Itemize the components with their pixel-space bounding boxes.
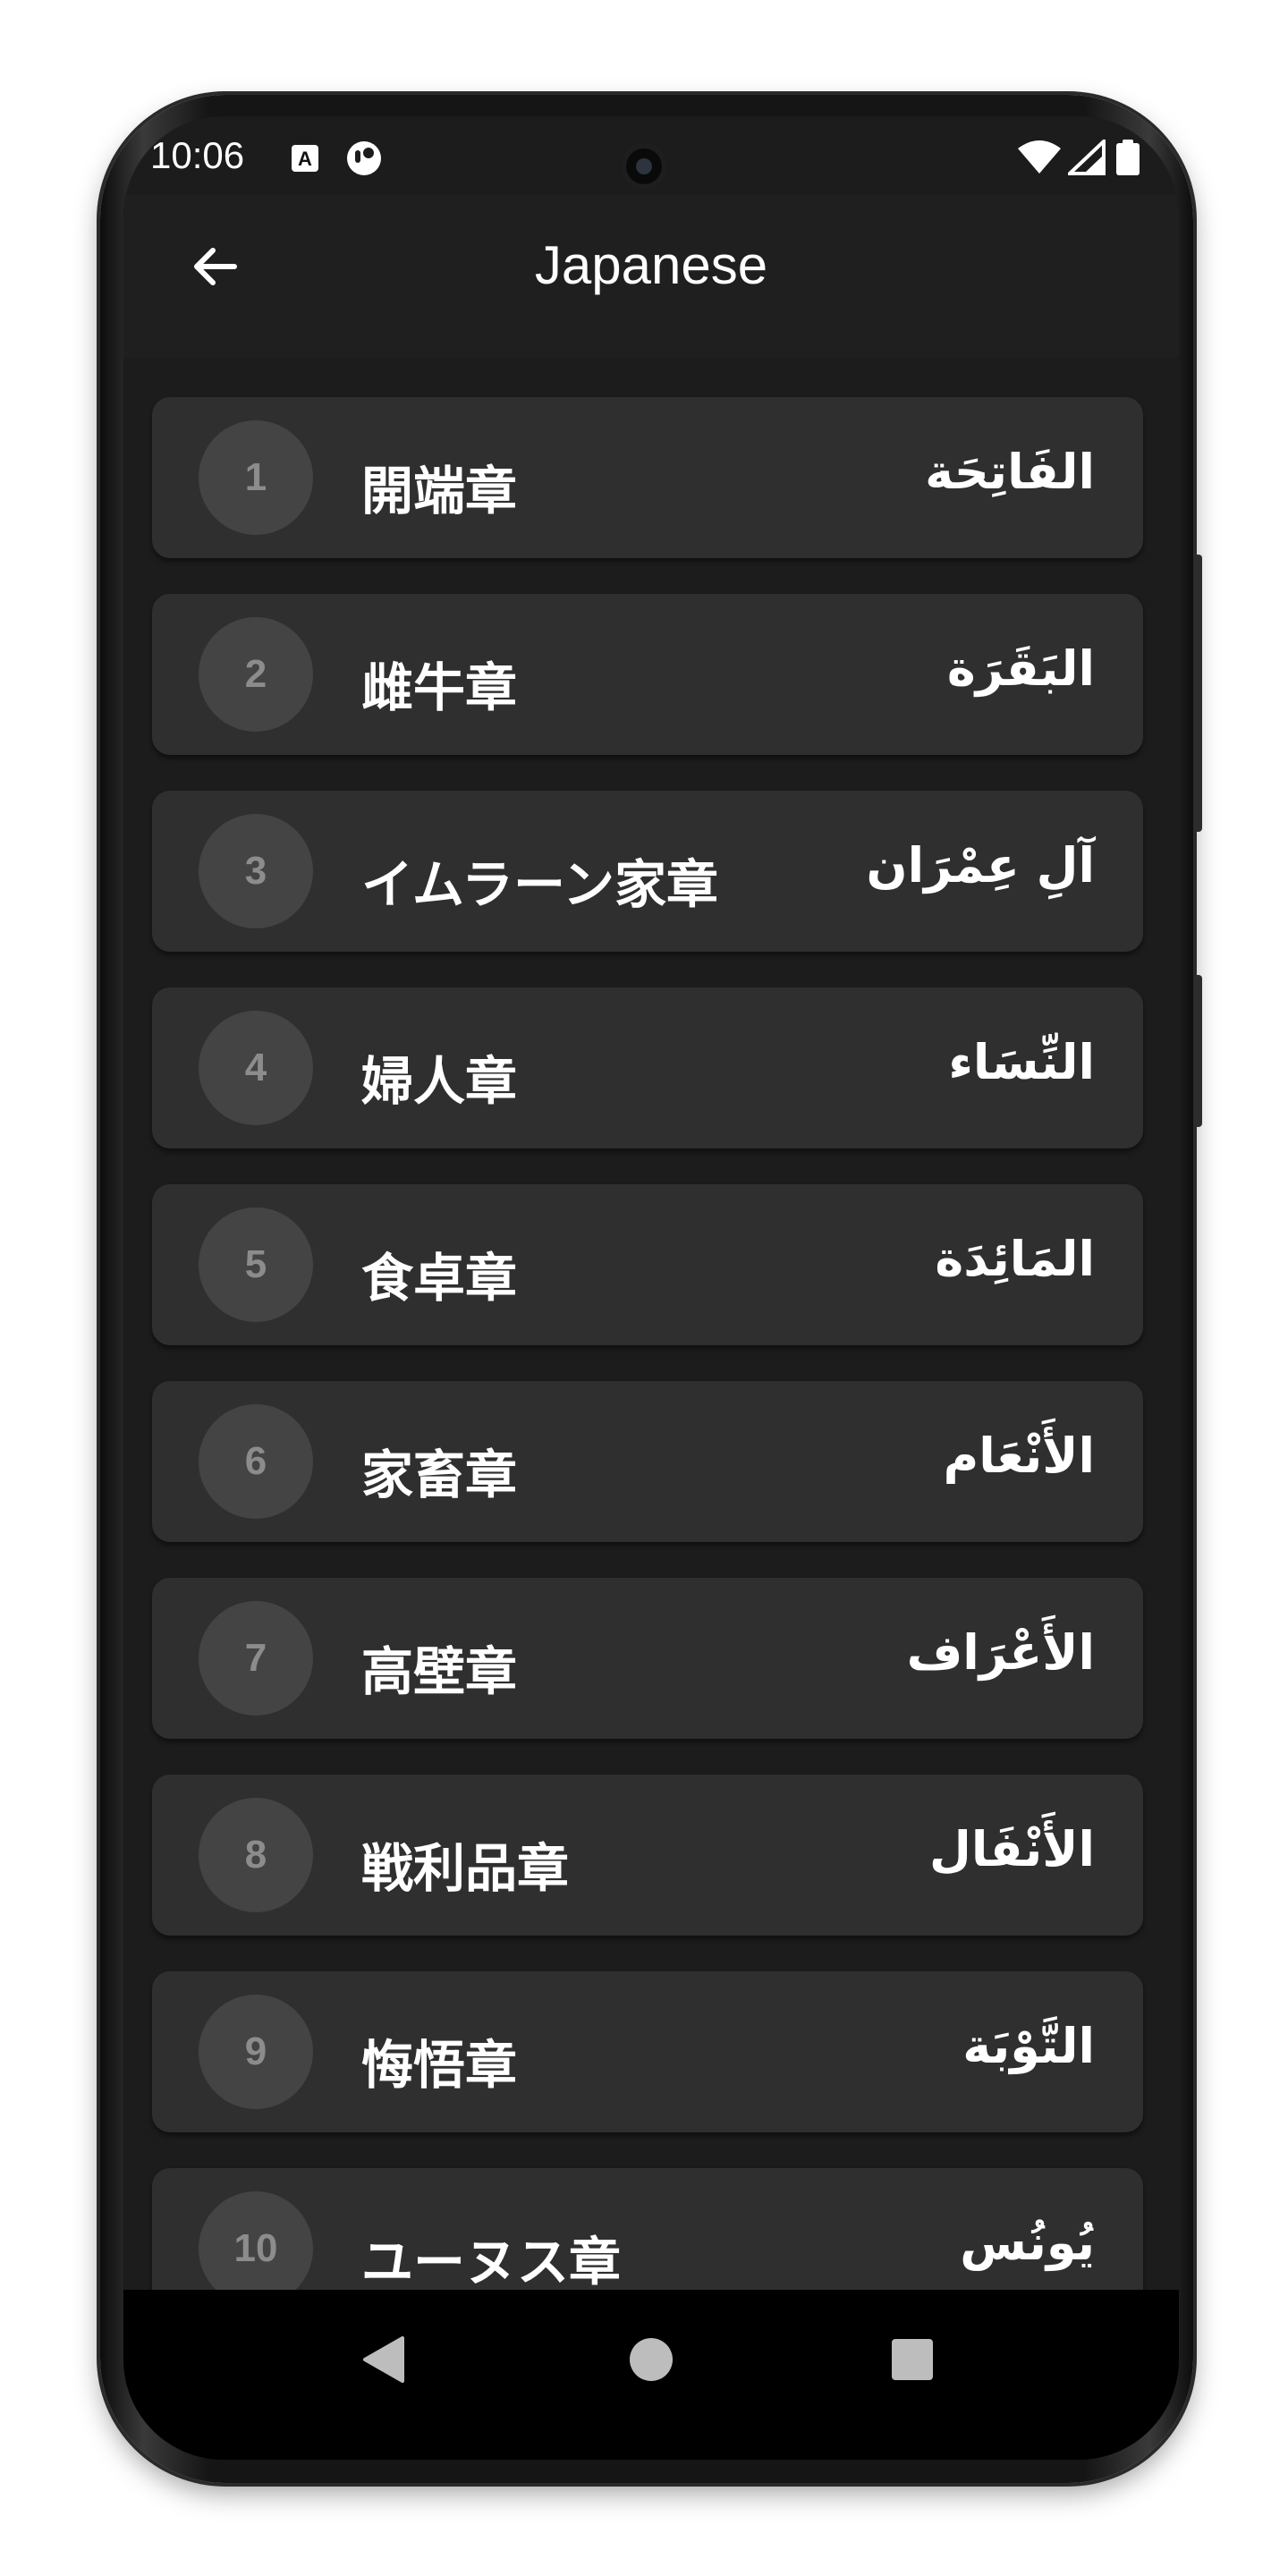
surah-item-4[interactable]: 4 婦人章 النِّسَاء <box>152 987 1143 1148</box>
surah-number: 5 <box>199 1208 313 1322</box>
surah-arabic-name: النِّسَاء <box>948 1034 1095 1090</box>
surah-item-8[interactable]: 8 戦利品章 الأَنْفَال <box>152 1775 1143 1936</box>
surah-item-3[interactable]: 3 イムラーン家章 آلِ عِمْرَان <box>152 791 1143 952</box>
surah-arabic-name: الأَنْعَام <box>943 1428 1095 1484</box>
page-title: Japanese <box>534 235 768 295</box>
surah-arabic-name: الأَعْرَاف <box>906 1624 1095 1681</box>
surah-item-2[interactable]: 2 雌牛章 البَقَرَة <box>152 594 1143 755</box>
surah-number: 8 <box>199 1798 313 1912</box>
signal-icon <box>1068 140 1106 175</box>
status-bar: 10:06 A <box>123 116 1179 195</box>
surah-item-5[interactable]: 5 食卓章 المَائِدَة <box>152 1184 1143 1345</box>
recents-square-icon[interactable] <box>886 2333 939 2386</box>
surah-japanese-name: ユーヌス章 <box>361 2232 622 2292</box>
front-camera <box>621 143 667 190</box>
surah-arabic-name: الفَاتِحَة <box>925 444 1095 500</box>
home-circle-icon[interactable] <box>624 2333 678 2386</box>
phone-screen: 10:06 A Japanese 1 開端章 الفَاتِحَة 2 雌牛章 … <box>123 116 1179 2460</box>
surah-number: 7 <box>199 1601 313 1716</box>
surah-japanese-name: 雌牛章 <box>361 657 518 718</box>
surah-arabic-name: آلِ عِمْرَان <box>866 837 1095 894</box>
battery-icon <box>1116 140 1140 175</box>
surah-number: 4 <box>199 1011 313 1125</box>
circle-app-notification-icon <box>347 141 381 175</box>
back-triangle-icon[interactable] <box>358 2333 411 2386</box>
surah-item-9[interactable]: 9 悔悟章 التَّوْبَة <box>152 1971 1143 2132</box>
stage: 10:06 A Japanese 1 開端章 الفَاتِحَة 2 雌牛章 … <box>0 0 1288 2576</box>
surah-japanese-name: 高壁章 <box>361 1641 518 1702</box>
power-button <box>1193 555 1202 832</box>
surah-japanese-name: 開端章 <box>361 461 518 521</box>
surah-japanese-name: イムラーン家章 <box>361 854 719 915</box>
svg-text:A: A <box>298 148 312 170</box>
surah-number: 3 <box>199 814 313 928</box>
a-notification-icon: A <box>292 145 318 172</box>
surah-japanese-name: 戦利品章 <box>361 1838 570 1899</box>
app-bar: Japanese <box>123 195 1179 358</box>
surah-japanese-name: 婦人章 <box>361 1051 518 1112</box>
surah-arabic-name: البَقَرَة <box>946 640 1095 697</box>
surah-arabic-name: المَائِدَة <box>935 1231 1095 1287</box>
surah-item-6[interactable]: 6 家畜章 الأَنْعَام <box>152 1381 1143 1542</box>
surah-arabic-name: الأَنْفَال <box>929 1821 1095 1877</box>
surah-item-7[interactable]: 7 高壁章 الأَعْرَاف <box>152 1578 1143 1739</box>
surah-number: 10 <box>199 2191 313 2306</box>
surah-number: 9 <box>199 1995 313 2109</box>
surah-arabic-name: التَّوْبَة <box>962 2018 1095 2074</box>
status-time: 10:06 <box>150 134 245 176</box>
wifi-icon <box>1018 140 1061 174</box>
surah-number: 6 <box>199 1404 313 1519</box>
surah-item-1[interactable]: 1 開端章 الفَاتِحَة <box>152 397 1143 558</box>
system-nav-bar <box>123 2290 1179 2460</box>
surah-number: 1 <box>199 420 313 535</box>
surah-japanese-name: 食卓章 <box>361 1248 518 1309</box>
surah-list[interactable]: 1 開端章 الفَاتِحَة 2 雌牛章 البَقَرَة 3 イムラーン… <box>123 358 1179 2433</box>
volume-button <box>1193 975 1202 1127</box>
surah-japanese-name: 悔悟章 <box>361 2035 518 2096</box>
surah-arabic-name: يُونُس <box>960 2215 1095 2271</box>
surah-number: 2 <box>199 617 313 732</box>
surah-japanese-name: 家畜章 <box>361 1445 518 1505</box>
